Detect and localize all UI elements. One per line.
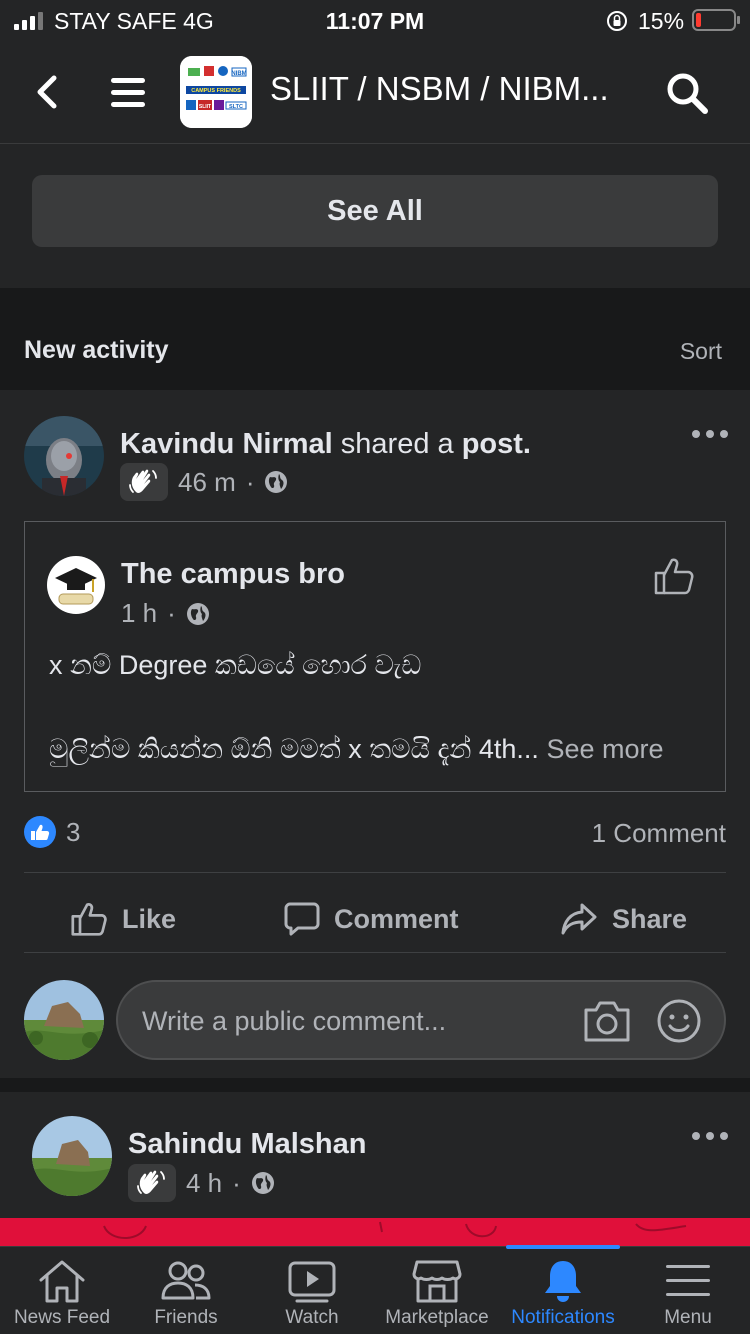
comment-label: Comment <box>334 903 459 934</box>
divider <box>24 872 726 873</box>
comment-icon <box>284 902 320 936</box>
share-button[interactable]: Share <box>560 896 687 942</box>
logo-sltc-text: SLTC <box>229 104 243 110</box>
thumbs-up-icon <box>71 903 107 936</box>
see-all-button[interactable]: See All <box>32 175 718 247</box>
post-text-line-1: x නම් Degree කඩයේ හොර වැඩ <box>49 650 422 680</box>
author-name[interactable]: Sahindu Malshan <box>128 1128 366 1161</box>
chevron-left-icon[interactable] <box>30 72 64 112</box>
tab-label: Watch <box>285 1307 339 1328</box>
watch-icon <box>286 1257 338 1305</box>
comment-button[interactable]: Comment <box>284 896 459 942</box>
reaction-summary[interactable]: 3 <box>24 816 80 848</box>
group-header: NIBM CAMPUS FRIENDS SLIIT SLTC SLIIT / N… <box>0 42 750 144</box>
like-button[interactable]: Like <box>70 896 176 942</box>
feed-separator <box>0 1078 750 1092</box>
new-activity-heading: New activity <box>24 336 169 364</box>
emoji-icon[interactable] <box>656 998 702 1044</box>
meta-dot: · <box>245 466 255 497</box>
tab-notifications[interactable]: Notifications <box>500 1247 626 1334</box>
tab-marketplace[interactable]: Marketplace <box>374 1247 500 1334</box>
tab-menu[interactable]: Menu <box>626 1247 750 1334</box>
globe-icon <box>186 602 209 625</box>
wave-hand-icon <box>129 469 157 493</box>
group-logo[interactable]: NIBM CAMPUS FRIENDS SLIIT SLTC <box>180 56 252 128</box>
share-icon <box>561 903 597 935</box>
new-member-badge <box>120 463 168 501</box>
tab-label: Marketplace <box>385 1307 489 1328</box>
tab-friends[interactable]: Friends <box>124 1247 248 1334</box>
shared-post-card[interactable]: The campus bro 1 h · x නම් Degree කඩයේ හ… <box>24 521 726 792</box>
reaction-count: 3 <box>66 816 81 847</box>
search-icon[interactable] <box>664 70 710 116</box>
post-author-line: Kavindu Nirmal shared a post. <box>120 428 531 461</box>
author-avatar[interactable] <box>24 416 104 496</box>
logo-sliit-text: SLIIT <box>199 104 211 110</box>
meta-dot: · <box>232 1167 241 1198</box>
post-meta: 4 h · <box>128 1164 275 1202</box>
divider <box>24 952 726 953</box>
hamburger-icon[interactable] <box>108 72 148 112</box>
page-name[interactable]: The campus bro <box>121 558 345 591</box>
comment-count[interactable]: 1 Comment <box>592 818 726 849</box>
like-page-icon[interactable] <box>653 556 695 596</box>
see-all-section: See All <box>0 145 750 288</box>
like-label: Like <box>122 903 177 934</box>
group-title[interactable]: SLIIT / NSBM / NIBM... <box>270 70 630 108</box>
bell-icon <box>537 1257 589 1305</box>
tab-label: News Feed <box>13 1307 111 1328</box>
status-bar: STAY SAFE 4G 11:07 PM 15% <box>0 0 750 42</box>
group-logo-image: NIBM CAMPUS FRIENDS SLIIT SLTC <box>180 56 252 128</box>
battery-icon <box>692 9 740 31</box>
action-text: shared a <box>332 428 462 460</box>
post-time[interactable]: 46 m <box>178 467 236 498</box>
new-activity-header: New activity Sort <box>0 288 750 390</box>
new-member-badge <box>128 1164 176 1202</box>
post-text-line-2: මුලින්ම කියන්න ඕනි මමත් x තමයි දැන් 4th.… <box>49 734 664 766</box>
post-text-excerpt: මුලින්ම කියන්න ඕනි මමත් x තමයි දැන් 4th.… <box>49 734 539 764</box>
globe-icon <box>265 471 288 493</box>
meta-dot: · <box>167 598 176 628</box>
like-reaction-icon <box>24 816 56 848</box>
post-time[interactable]: 4 h <box>186 1168 222 1199</box>
current-user-avatar[interactable] <box>24 980 104 1060</box>
tab-watch[interactable]: Watch <box>250 1247 374 1334</box>
battery-level <box>696 13 701 27</box>
globe-icon <box>251 1172 274 1194</box>
post-meta: 46 m · <box>120 463 288 501</box>
tab-label: Menu <box>664 1307 712 1328</box>
post-object-link[interactable]: post. <box>462 428 531 460</box>
post-image-preview[interactable] <box>0 1218 750 1248</box>
share-label: Share <box>612 903 688 934</box>
menu-icon <box>662 1257 714 1305</box>
post-more-icon[interactable] <box>692 430 728 440</box>
battery-percent: 15% <box>638 8 685 34</box>
shared-post-time[interactable]: 1 h <box>121 598 157 629</box>
orientation-lock-icon <box>607 11 627 31</box>
logo-banner-text: CAMPUS FRIENDS <box>191 88 241 94</box>
comment-placeholder: Write a public comment... <box>142 1006 447 1036</box>
friends-icon <box>160 1257 212 1305</box>
logo-nibm-text: NIBM <box>231 71 246 77</box>
sort-button[interactable]: Sort <box>680 338 722 365</box>
post-more-icon[interactable] <box>692 1132 728 1142</box>
home-icon <box>36 1257 88 1305</box>
author-name[interactable]: Kavindu Nirmal <box>120 428 333 460</box>
tab-label: Friends <box>154 1307 218 1328</box>
marketplace-icon <box>411 1257 463 1305</box>
see-more-link[interactable]: See more <box>539 734 663 764</box>
feed-post: Kavindu Nirmal shared a post. 46 m · The… <box>0 390 750 1078</box>
comment-input[interactable]: Write a public comment... <box>116 980 726 1060</box>
tab-label: Notifications <box>511 1307 615 1328</box>
bottom-tab-bar: News Feed Friends Watch Marketplace Noti… <box>0 1245 750 1334</box>
wave-hand-icon <box>137 1170 165 1194</box>
author-avatar[interactable] <box>32 1116 112 1196</box>
camera-icon[interactable] <box>582 998 632 1044</box>
page-avatar[interactable] <box>47 556 105 614</box>
feed-post: Sahindu Malshan 4 h · <box>0 1092 750 1222</box>
tab-news-feed[interactable]: News Feed <box>0 1247 124 1334</box>
shared-post-meta: 1 h · <box>121 598 210 629</box>
